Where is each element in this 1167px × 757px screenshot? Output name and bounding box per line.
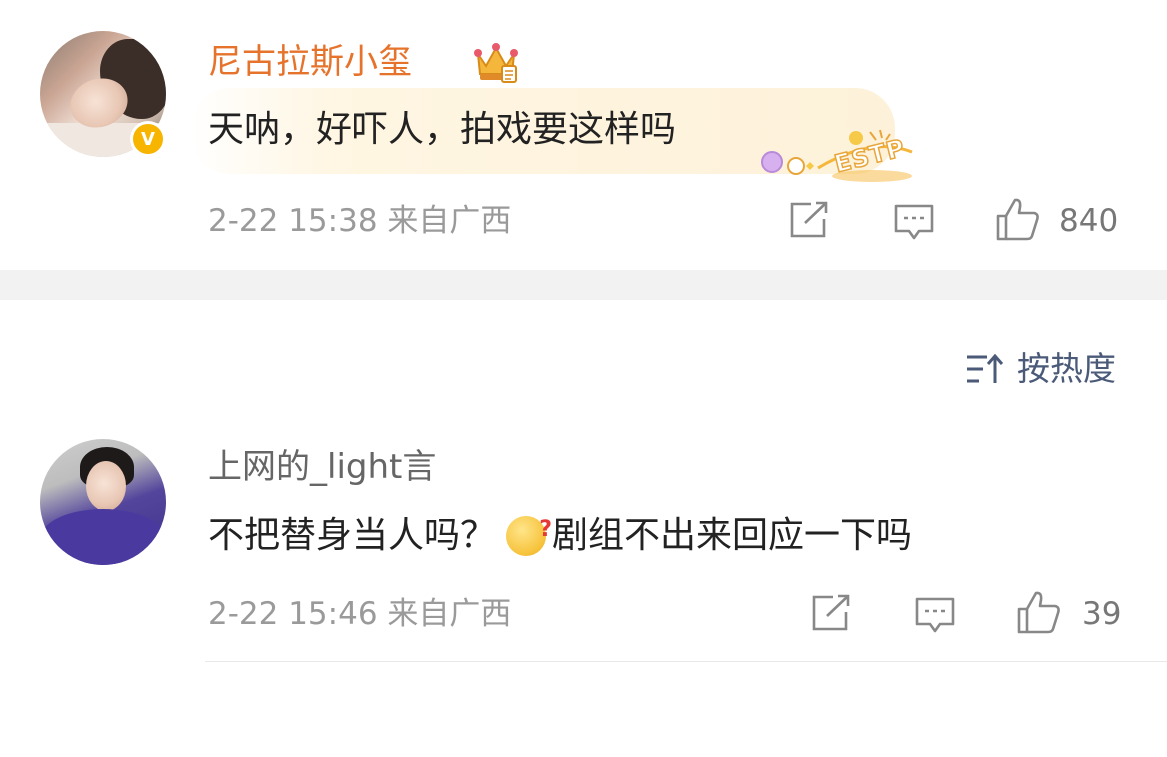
comment-meta: 2-22 15:46 来自广西	[208, 596, 512, 632]
comment-icon[interactable]	[893, 203, 935, 243]
share-icon[interactable]	[789, 201, 829, 239]
comment-username[interactable]: 上网的_light言	[208, 447, 436, 487]
comment-icon[interactable]	[914, 596, 956, 636]
avatar[interactable]	[40, 439, 166, 565]
crown-icon	[472, 40, 520, 84]
avatar-face	[86, 461, 126, 511]
sort-label: 按热度	[1017, 349, 1116, 388]
thinking-face-emoji: ?	[506, 516, 552, 556]
section-separator	[0, 270, 1167, 300]
comment-text: 天呐，好吓人，拍戏要这样吗	[208, 109, 677, 150]
emoji-question-mark: ?	[539, 517, 553, 542]
comment-username[interactable]: 尼古拉斯小玺	[208, 42, 412, 82]
comment-text-part-1: 不把替身当人吗？	[208, 515, 497, 556]
sort-by-hot-button[interactable]: 按热度	[965, 349, 1116, 389]
divider	[205, 661, 1167, 662]
estp-bubble-decoration: ESTP	[752, 128, 917, 190]
like-count: 840	[1059, 203, 1119, 239]
verified-badge-icon: V	[130, 121, 166, 157]
comment-meta: 2-22 15:38 来自广西	[208, 203, 512, 239]
sort-icon	[965, 351, 1005, 387]
like-count: 39	[1082, 596, 1122, 632]
avatar-sweater	[40, 509, 166, 565]
share-icon[interactable]	[811, 594, 851, 632]
comment-text: 不把替身当人吗？ ? 剧组不出来回应一下吗	[208, 514, 912, 558]
like-icon[interactable]	[995, 196, 1041, 242]
comment-text-part-2: 剧组不出来回应一下吗	[552, 515, 913, 556]
like-icon[interactable]	[1016, 589, 1062, 635]
